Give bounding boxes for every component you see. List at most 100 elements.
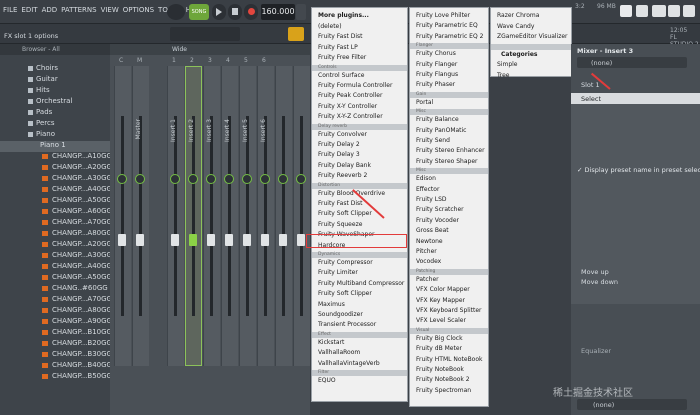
settings-icon[interactable] (636, 5, 648, 17)
stop-button[interactable] (228, 4, 242, 20)
plugin-menu-item[interactable]: Fruity Soft Clipper (312, 288, 372, 299)
menu-patterns[interactable]: PATTERNS (61, 6, 96, 14)
pattern-item[interactable]: CHANGP...B30GG (0, 350, 112, 361)
plugin-menu-item[interactable]: Razer Chroma (491, 10, 539, 21)
menu-options[interactable]: OPTIONS (123, 6, 154, 14)
browser-folder[interactable]: Choirs (0, 64, 110, 75)
plugin-menu-item[interactable]: VFX Level Scaler (410, 315, 466, 326)
plugin-menu-item[interactable]: VFX Key Mapper (410, 295, 465, 306)
plugin-menu-item[interactable]: Fruity Delay 3 (312, 149, 360, 160)
pattern-item[interactable]: CHANGP...A60GG (0, 207, 112, 218)
menu-file[interactable]: FILE (3, 6, 17, 14)
plugin-menu-item[interactable]: Control Surface (312, 70, 364, 81)
plugin-menu-item[interactable]: Fruity Reeverb 2 (312, 170, 367, 181)
plugin-menu-item[interactable]: Fruity Limiter (312, 267, 358, 278)
plugin-menu-item[interactable]: Patcher (410, 274, 439, 285)
plugin-menu-item[interactable]: Wave Candy (491, 21, 534, 32)
move-down-item[interactable]: Move down (581, 278, 618, 286)
browser-folder[interactable]: Orchestral (0, 97, 110, 108)
pan-knob[interactable] (296, 174, 306, 184)
piano-roll-icon[interactable] (668, 5, 680, 17)
plugin-menu-item[interactable]: Fruity Phaser (410, 79, 455, 90)
browser-folder[interactable]: Percs (0, 119, 110, 130)
plugin-menu-item[interactable]: Fruity Squeeze (312, 219, 362, 230)
plugin-menu-item[interactable]: VFX Keyboard Splitter (410, 305, 482, 316)
pattern-item[interactable]: CHANGP...A90GG (0, 317, 112, 328)
pattern-item[interactable]: CHANGP...A20GG (0, 163, 112, 174)
play-button[interactable] (212, 4, 226, 20)
pan-knob[interactable] (206, 174, 216, 184)
master-volume-knob[interactable] (167, 4, 185, 20)
volume-fader[interactable] (225, 234, 233, 246)
volume-fader[interactable] (189, 234, 197, 246)
plugin-menu-item[interactable]: Fruity dB Meter (410, 343, 462, 354)
pattern-item[interactable]: CHANGP...A40GG (0, 262, 112, 273)
plugin-menu-item[interactable]: Fruity Vocoder (410, 215, 459, 226)
volume-fader[interactable] (243, 234, 251, 246)
pan-knob[interactable] (278, 174, 288, 184)
pattern-selector[interactable] (170, 27, 240, 41)
pan-knob[interactable] (135, 174, 145, 184)
plugin-menu-item[interactable]: (delete) (312, 21, 342, 32)
pan-knob[interactable] (170, 174, 180, 184)
plugin-menu-item[interactable]: Fruity Convolver (312, 129, 367, 140)
mixer-icon[interactable] (652, 5, 666, 17)
tempo-display[interactable]: 160.000 (261, 4, 295, 20)
plugin-menu-item[interactable]: VallhallaRoom (312, 347, 360, 358)
plugin-menu-item[interactable]: Fruity Soft Clipper (312, 208, 372, 219)
plugin-menu-item[interactable]: Fruity PanOMatic (410, 125, 466, 136)
plugin-menu-item[interactable]: ZGameEditor Visualizer (491, 31, 568, 42)
volume-fader[interactable] (261, 234, 269, 246)
plugin-menu-item[interactable]: Simple (491, 59, 518, 70)
browser-selected-item[interactable]: Piano 1 (0, 141, 110, 152)
pattern-item[interactable]: CHANGP...A80GG (0, 229, 112, 240)
pan-knob[interactable] (224, 174, 234, 184)
pattern-item[interactable]: CHANGP...A70GG (0, 295, 112, 306)
volume-fader[interactable] (118, 234, 126, 246)
plugin-menu-item[interactable]: Fruity Big Clock (410, 333, 463, 344)
plugin-menu-item[interactable]: VallhallaVintageVerb (312, 358, 380, 369)
plugin-menu-item[interactable]: Fruity Delay Bank (312, 160, 371, 171)
plugin-menu-item[interactable]: Effector (410, 184, 439, 195)
browser-folder[interactable]: Guitar (0, 75, 110, 86)
browser-folder[interactable]: Piano (0, 130, 110, 141)
pattern-item[interactable]: CHANGP...A70GG (0, 218, 112, 229)
song-mode-toggle[interactable]: SONG (189, 4, 209, 20)
plugin-menu-item[interactable]: Edison (410, 173, 436, 184)
record-button[interactable] (244, 4, 258, 20)
plugin-menu-item[interactable]: Fruity Fast Dist (312, 31, 363, 42)
pattern-item[interactable]: CHANGP...A30GG (0, 174, 112, 185)
plugin-menu-item[interactable]: Fruity Peak Controller (312, 90, 382, 101)
pattern-item[interactable]: CHANGP...A50GG (0, 196, 112, 207)
pattern-item[interactable]: CHANGP...A40GG (0, 185, 112, 196)
plugin-menu-item[interactable]: Transient Processor (312, 319, 376, 330)
menu-add[interactable]: ADD (42, 6, 58, 14)
plugin-menu-item[interactable]: Fruity Stereo Shaper (410, 156, 477, 167)
pattern-item[interactable]: CHANGP...A20GG (0, 240, 112, 251)
tempo-menu-button[interactable] (296, 4, 306, 20)
browser-folder[interactable]: Pads (0, 108, 110, 119)
plugin-menu-item[interactable]: Fruity Balance (410, 114, 459, 125)
pan-knob[interactable] (117, 174, 127, 184)
pattern-item[interactable]: CHANG..#60GG (0, 284, 110, 295)
plugin-menu-item[interactable]: VFX Color Mapper (410, 284, 470, 295)
plugin-menu-item[interactable]: Fruity Blood Overdrive (312, 188, 385, 199)
plugin-menu-item[interactable]: Fruity Scratcher (410, 204, 464, 215)
plugin-menu-item[interactable]: Newtone (410, 236, 443, 247)
plugin-menu-item[interactable]: Fruity Flanger (410, 59, 457, 70)
plugin-menu-item[interactable]: Fruity Parametric EQ (410, 20, 478, 31)
menu-edit[interactable]: EDIT (21, 6, 37, 14)
volume-fader[interactable] (171, 234, 179, 246)
plugin-menu-item[interactable]: Fruity Stereo Enhancer (410, 145, 485, 156)
plugin-menu-item[interactable]: Fruity Formula Controller (312, 80, 392, 91)
plugin-menu-item[interactable]: Fruity NoteBook (410, 364, 464, 375)
plugin-menu-item[interactable]: Fruity X-Y Controller (312, 101, 377, 112)
plugin-menu-item[interactable]: EQUO (312, 375, 336, 386)
volume-fader[interactable] (279, 234, 287, 246)
volume-fader[interactable] (136, 234, 144, 246)
plugin-menu-item[interactable]: Maximus (312, 299, 345, 310)
plugin-menu-item[interactable]: Fruity Flangus (410, 69, 458, 80)
plugin-menu-item[interactable]: Fruity Chorus (410, 48, 456, 59)
plugin-menu-item[interactable]: Kickstart (312, 337, 344, 348)
display-preset-option[interactable]: ✓ Display preset name in preset selector (577, 166, 700, 174)
